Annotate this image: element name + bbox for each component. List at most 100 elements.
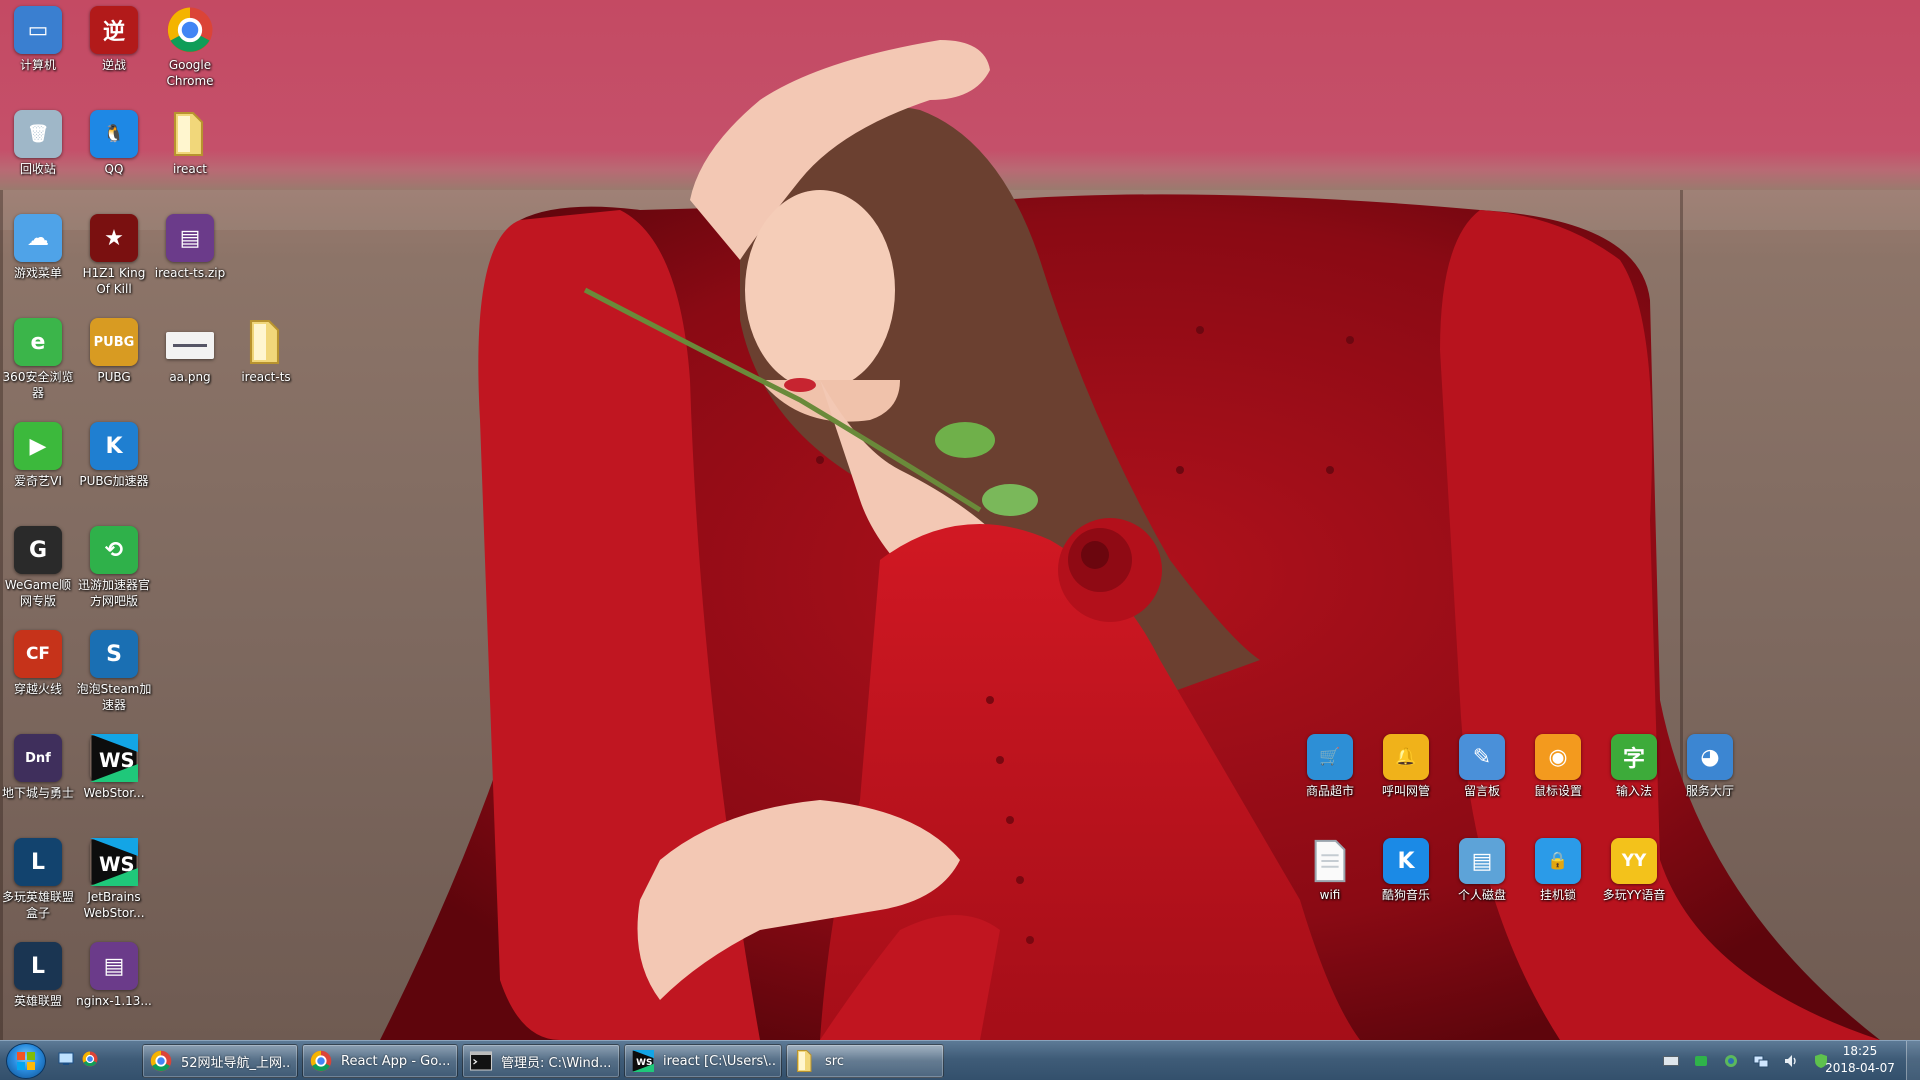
desktop-icon-label: 计算机 (19, 58, 56, 72)
recycle-bin-icon-glyph: 🗑 (27, 124, 49, 144)
desktop-icon-nizhan[interactable]: 逆逆战 (76, 6, 152, 73)
kugou-music-icon: K (1383, 838, 1429, 884)
system-clock[interactable]: 18:25 2018-04-07 (1812, 1043, 1908, 1077)
clock-date: 2018-04-07 (1825, 1061, 1895, 1075)
folder-icon (166, 110, 214, 158)
cmd-icon (469, 1049, 493, 1073)
taskbar-button[interactable]: WS ireact [C:\Users\... (624, 1044, 782, 1078)
desktop-icon-label: 逆战 (101, 58, 126, 72)
desktop-icon-label: aa.png (169, 369, 211, 384)
desktop-icon-label: JetBrains WebStor... (83, 890, 145, 920)
input-method-icon-glyph: 字 (1622, 747, 1645, 772)
quick-launch-chrome-icon[interactable] (80, 1049, 100, 1069)
message-board-icon: ✎ (1459, 734, 1505, 780)
desktop-icon-dnf[interactable]: Dnf 地下城与勇士 (0, 734, 76, 801)
taskbar-button[interactable]: src (786, 1044, 944, 1078)
paopao-steam-icon-glyph: S (106, 641, 122, 667)
desktop-shortcut-lock[interactable]: 🔒 挂机锁 (1520, 838, 1596, 903)
desktop-icon-ireact[interactable]: ireact (152, 110, 228, 177)
bell-icon-glyph: 🔔 (1395, 747, 1417, 767)
desktop-shortcut-disk[interactable]: ▤ 个人磁盘 (1444, 838, 1520, 903)
desktop-icon-aapng[interactable]: aa.png (152, 318, 228, 385)
taskbar: 52网址导航_上网... React App - Go... 管理员: C:\Win… (0, 1040, 1920, 1080)
yy-voice-icon-glyph: YY (1621, 851, 1647, 871)
desktop-icon-webstorm2[interactable]: WS JetBrains WebStor... (76, 838, 152, 921)
desktop-icon-webstorm1[interactable]: WS WebStor... (76, 734, 152, 801)
taskbar-button-label: 52网址导航_上网... (181, 1055, 291, 1071)
desktop-icon-qq[interactable]: 🐧 QQ (76, 110, 152, 177)
desktop-icon-xunyou[interactable]: ⟲ 迅游加速器官 方网吧版 (76, 526, 152, 609)
desktop-icon-ireactts[interactable]: ireact-ts (228, 318, 304, 385)
qq-penguin-icon-glyph: 🐧 (103, 124, 125, 144)
pubg-accelerator-icon: K (90, 422, 138, 470)
desktop-shortcut-call[interactable]: 🔔 呼叫网管 (1368, 734, 1444, 799)
desktop-shortcut-shop[interactable]: 🛒 商品超市 (1292, 734, 1368, 799)
volume-icon[interactable] (1783, 1053, 1799, 1069)
chrome-icon (166, 6, 214, 54)
desktop-icon-label: QQ (104, 162, 124, 176)
desktop-icon-nginx[interactable]: ▤ nginx-1.13... (76, 942, 152, 1009)
input-method-icon: 字 (1611, 734, 1657, 780)
webstorm-icon: WS (631, 1049, 655, 1073)
image-file-icon (166, 332, 214, 359)
desktop-icon-ireactzip[interactable]: ▤ ireact-ts.zip (152, 214, 228, 281)
chrome-icon (149, 1049, 173, 1073)
qq-penguin-icon: 🐧 (90, 110, 138, 158)
crossfire-icon: CF (14, 630, 62, 678)
desktop-shortcut-kugou[interactable]: K 酷狗音乐 (1368, 838, 1444, 903)
keyboard-icon[interactable] (1663, 1053, 1679, 1069)
360-browser-icon-glyph: e (30, 329, 46, 355)
desktop-icon-lol[interactable]: L 英雄联盟 (0, 942, 76, 1009)
desktop-icon-wegame[interactable]: G WeGame顺 网专版 (0, 526, 76, 609)
desktop-shortcut-label: wifi (1319, 888, 1341, 902)
taskbar-button[interactable]: React App - Go... (302, 1044, 458, 1078)
desktop-shortcut-board[interactable]: ✎ 留言板 (1444, 734, 1520, 799)
message-board-icon-glyph: ✎ (1472, 744, 1492, 770)
taskbar-button[interactable]: 52网址导航_上网... (142, 1044, 298, 1078)
desktop-icon-label: ireact-ts.zip (154, 266, 226, 280)
desktop-icon-lolbox[interactable]: L 多玩英雄联盟 盒子 (0, 838, 76, 921)
desktop-icon-label: 游戏菜单 (13, 266, 62, 280)
quick-launch-show-desktop-icon[interactable] (56, 1049, 76, 1069)
desktop-icon-360[interactable]: e 360安全浏览 器 (0, 318, 76, 401)
desktop-icon-label: Google Chrome (166, 58, 214, 88)
desktop-icon-label: H1Z1 King Of Kill (82, 266, 146, 296)
iqiyi-icon: ▶ (14, 422, 62, 470)
show-desktop-button[interactable] (1906, 1041, 1920, 1080)
desktop-icon-h1z1[interactable]: ★ H1Z1 King Of Kill (76, 214, 152, 297)
desktop-shortcut-ime[interactable]: 字输入法 (1596, 734, 1672, 799)
desktop-icon-chrome[interactable]: Google Chrome (152, 6, 228, 89)
desktop-icon-label: WeGame顺 网专版 (4, 578, 72, 608)
desktop-shortcut-service[interactable]: ◕ 服务大厅 (1672, 734, 1748, 799)
network-share-tray-icon[interactable] (1723, 1053, 1739, 1069)
desktop-icon-label: 360安全浏览 器 (2, 370, 74, 400)
start-button[interactable] (6, 1043, 46, 1079)
cloud-icon: ☁ (14, 214, 62, 262)
desktop-icon-pubg[interactable]: PUBG PUBG (76, 318, 152, 385)
desktop-icon-label: PUBG加速器 (79, 474, 149, 488)
league-of-legends-icon: L (14, 942, 62, 990)
personal-disk-icon-glyph: ▤ (1471, 848, 1493, 874)
network-icon[interactable] (1753, 1053, 1769, 1069)
desktop-shortcut-label: 留言板 (1463, 784, 1500, 798)
computer-icon-glyph: ▭ (27, 17, 49, 43)
desktop-icon-label: ireact (172, 162, 208, 176)
wegame-icon-glyph: G (28, 537, 48, 563)
desktop-icon-computer[interactable]: ▭ 计算机 (0, 6, 76, 73)
desktop-icon-iqiyi[interactable]: ▶ 爱奇艺VI (0, 422, 76, 489)
webstorm-icon: WS (90, 838, 138, 886)
svg-text:WS: WS (99, 853, 135, 876)
desktop-shortcut-mouse[interactable]: ◉ 鼠标设置 (1520, 734, 1596, 799)
shopping-cart-icon: 🛒 (1307, 734, 1353, 780)
taskbar-button[interactable]: 管理员: C:\Wind... (462, 1044, 620, 1078)
green-app-tray-icon[interactable] (1693, 1053, 1709, 1069)
desktop-icon-paopao[interactable]: S 泡泡Steam加 速器 (76, 630, 152, 713)
desktop-icon-gamemenu[interactable]: ☁ 游戏菜单 (0, 214, 76, 281)
desktop-icon-cf[interactable]: CF 穿越火线 (0, 630, 76, 697)
desktop-icon-recycle[interactable]: 🗑 回收站 (0, 110, 76, 177)
desktop-shortcut-label: 个人磁盘 (1457, 888, 1506, 902)
desktop-icon-pubgacc[interactable]: K PUBG加速器 (76, 422, 152, 489)
desktop-shortcut-wifi[interactable]: wifi (1292, 838, 1368, 903)
desktop-shortcut-yy[interactable]: YY 多玩YY语音 (1596, 838, 1672, 903)
desktop-shortcut-label: 挂机锁 (1539, 888, 1576, 902)
